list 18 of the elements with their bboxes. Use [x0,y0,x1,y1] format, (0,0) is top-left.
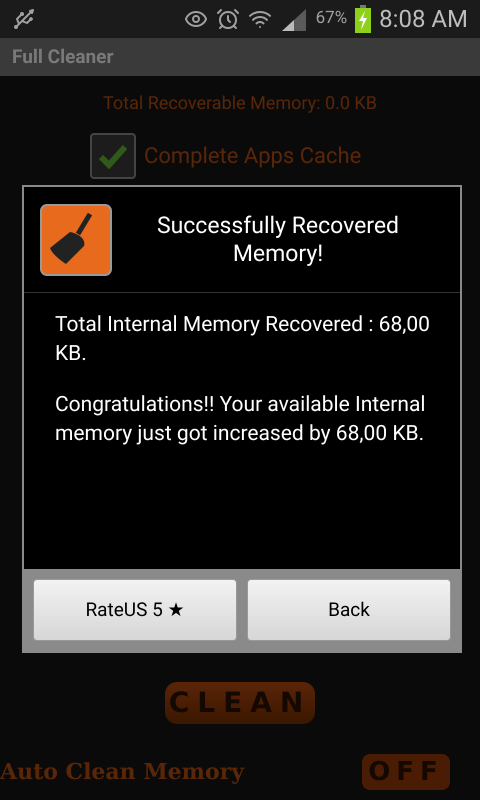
dialog-button[interactable]: RateUS 5 ★ [33,579,237,641]
check-icon [98,143,128,169]
alarm-icon [216,7,240,31]
dialog-message: Congratulations!! Your available Internal memory just got increased by 68,00 KB. [55,392,427,448]
dialog-button[interactable]: Back [247,579,451,641]
option-label: Complete Apps Cache [144,142,362,170]
recoverable-memory-text: Total Recoverable Memory: 0.0 KB [103,92,377,116]
option-checkbox[interactable] [90,133,136,179]
battery-percent: 67% [316,7,348,30]
clock-time: 8:08 AM [379,4,468,35]
usb-icon [12,7,36,31]
dialog-title: Successfully Recovered Memory! [156,212,400,268]
dialog-message: Total Internal Memory Recovered : 68,00 KB. [55,312,431,368]
auto-clean-label: Auto Clean Memory [0,758,244,786]
battery-charging-icon [355,5,372,33]
signal-icon [280,7,308,31]
app-title: Full Cleaner [12,44,114,70]
broom-icon [40,204,112,276]
